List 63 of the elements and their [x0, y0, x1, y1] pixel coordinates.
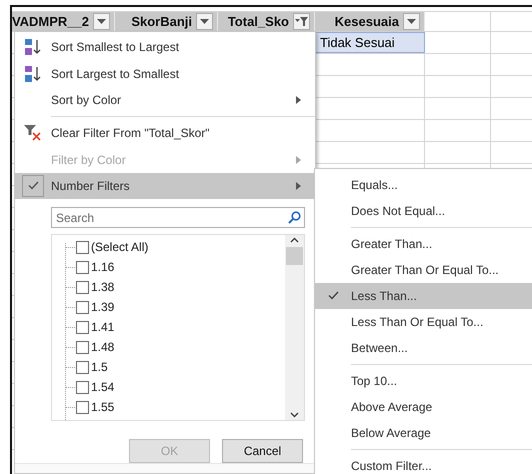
dropdown-icon [407, 19, 416, 24]
menu-item[interactable]: Sort Smallest to Largest [15, 34, 315, 60]
submenu-item[interactable]: Between... [315, 334, 532, 361]
column-header-text: Kesesuaia [334, 14, 399, 29]
value-label[interactable]: 1.16 [91, 260, 114, 274]
filter-dropdown-button[interactable] [293, 13, 310, 30]
column-header-text: SkorBanji [131, 14, 192, 29]
menu-item[interactable]: Number Filters [15, 172, 315, 200]
search-icon [288, 211, 301, 224]
column-header-text: VADMPR__2 [12, 14, 89, 29]
menu-item[interactable]: Sort Largest to Smallest [15, 60, 315, 87]
value-label[interactable]: 1.39 [91, 300, 114, 314]
scroll-up-icon[interactable] [290, 237, 299, 244]
submenu-arrow-icon [296, 182, 301, 190]
submenu-item[interactable]: Below Average [315, 420, 532, 446]
table-cell: Tidak Sesuai [315, 32, 425, 53]
submenu-item[interactable]: Above Average [315, 394, 532, 420]
value-label[interactable]: 1.55 [91, 400, 114, 414]
filter-dropdown-button[interactable] [403, 13, 420, 30]
checkbox[interactable] [76, 300, 89, 314]
submenu-item[interactable]: Does Not Equal... [315, 198, 532, 224]
value-label[interactable]: 1.48 [91, 340, 114, 354]
submenu-item[interactable]: Greater Than... [315, 230, 532, 257]
filter-dropdown-button[interactable] [196, 13, 213, 30]
submenu-item[interactable]: Custom Filter... [315, 452, 532, 474]
dropdown-icon [97, 19, 106, 24]
submenu-item[interactable]: Less Than Or Equal To... [315, 308, 532, 335]
filter-dropdown-button[interactable] [93, 13, 110, 30]
checkbox[interactable] [76, 260, 89, 274]
resize-grip[interactable] [15, 463, 315, 473]
value-label[interactable]: 1.54 [91, 380, 114, 394]
value-label[interactable]: (Select All) [91, 240, 148, 254]
menu-item[interactable]: Sort by Color [15, 86, 315, 114]
value-label[interactable]: 1.41 [91, 320, 114, 334]
scrollbar-thumb[interactable] [286, 247, 303, 266]
submenu-arrow-icon [296, 156, 301, 164]
scrollbar[interactable] [285, 235, 304, 420]
sort-ascending-icon [24, 38, 42, 56]
value-label[interactable]: 1.38 [91, 280, 114, 294]
checkbox[interactable] [76, 240, 89, 254]
checkbox[interactable] [76, 360, 89, 374]
submenu-item[interactable]: Greater Than Or Equal To... [315, 256, 532, 283]
submenu-arrow-icon [296, 96, 301, 104]
clear-filter-icon [24, 125, 42, 142]
check-icon [328, 291, 338, 300]
checkbox[interactable] [76, 280, 89, 294]
submenu-item[interactable]: Less Than... [315, 282, 532, 309]
search-field[interactable]: Search [51, 207, 305, 228]
dropdown-icon [200, 19, 209, 24]
checkbox[interactable] [76, 320, 89, 334]
value-label[interactable]: 1.5 [91, 360, 108, 374]
checkbox[interactable] [76, 340, 89, 354]
check-icon [28, 181, 38, 190]
dialog-button[interactable]: Cancel [222, 439, 303, 464]
column-header-text: Total_Sko [228, 14, 289, 29]
submenu-item[interactable]: Equals... [315, 172, 532, 198]
sort-descending-icon [24, 64, 42, 83]
filter-icon [295, 17, 308, 26]
submenu-item[interactable]: Top 10... [315, 368, 532, 394]
checkbox[interactable] [76, 380, 89, 394]
checkbox[interactable] [76, 400, 89, 414]
menu-item[interactable]: Clear Filter From "Total_Skor" [15, 120, 315, 146]
scroll-down-icon[interactable] [290, 412, 299, 418]
